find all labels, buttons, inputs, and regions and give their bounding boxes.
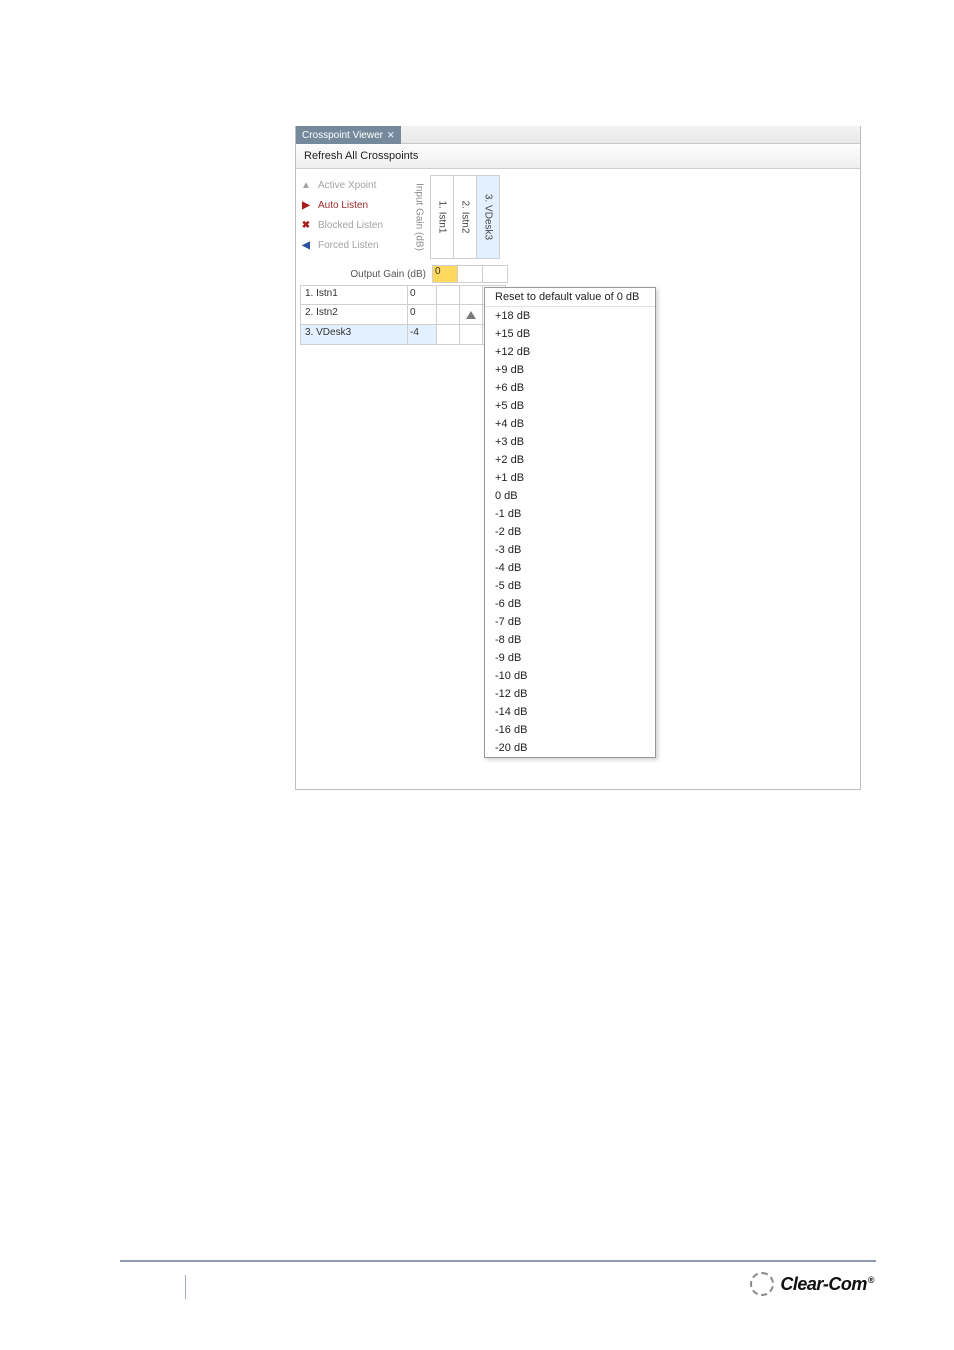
menu-item[interactable]: -4 dB — [485, 559, 655, 577]
input-gain-label: Input Gain (dB) — [414, 183, 425, 251]
menu-item[interactable]: -9 dB — [485, 649, 655, 667]
xpoint-cell[interactable] — [460, 285, 483, 305]
menu-item[interactable]: +15 dB — [485, 325, 655, 343]
col-1-label[interactable]: 1. Istn1 — [437, 201, 448, 234]
menu-item[interactable]: -10 dB — [485, 667, 655, 685]
menu-item[interactable]: -8 dB — [485, 631, 655, 649]
output-gain-label: Output Gain (dB) — [300, 269, 432, 280]
xpoint-cell[interactable] — [437, 285, 460, 305]
close-tab-icon[interactable]: ✕ — [387, 130, 395, 141]
legend-blocked: Blocked Listen — [318, 220, 383, 231]
page-number-divider — [185, 1275, 186, 1299]
logo-icon — [750, 1272, 774, 1296]
blocked-listen-icon: ✖ — [300, 220, 312, 231]
legend-forced: Forced Listen — [318, 240, 379, 251]
forced-listen-icon: ◀ — [300, 240, 312, 251]
menu-item[interactable]: -5 dB — [485, 577, 655, 595]
menu-item[interactable]: -2 dB — [485, 523, 655, 541]
refresh-all-button[interactable]: Refresh All Crosspoints — [304, 150, 418, 162]
table-row: 3. VDesk3 -4 — [300, 325, 506, 345]
footer-rule — [120, 1260, 876, 1262]
active-xpoint-icon — [466, 311, 476, 319]
menu-item[interactable]: +18 dB — [485, 307, 655, 325]
input-gain-col3[interactable] — [483, 266, 507, 282]
registered-icon: ® — [868, 1275, 874, 1285]
col-3-label[interactable]: 3. VDesk3 — [483, 194, 494, 240]
xpoint-cell[interactable] — [437, 325, 460, 345]
menu-item[interactable]: +1 dB — [485, 469, 655, 487]
input-gain-col1[interactable]: 0 — [433, 266, 458, 282]
row-2-label[interactable]: 2. Istn2 — [300, 305, 408, 325]
menu-item[interactable]: -14 dB — [485, 703, 655, 721]
table-row: 1. Istn1 0 — [300, 285, 506, 305]
xpoint-cell[interactable] — [460, 325, 483, 345]
row-1-gain[interactable]: 0 — [408, 285, 437, 305]
xpoint-cell[interactable] — [460, 305, 483, 325]
menu-item[interactable]: +3 dB — [485, 433, 655, 451]
menu-reset[interactable]: Reset to default value of 0 dB — [485, 288, 655, 307]
gain-context-menu: Reset to default value of 0 dB +18 dB +1… — [484, 287, 656, 758]
menu-item[interactable]: -20 dB — [485, 739, 655, 757]
auto-listen-icon: ▶ — [300, 200, 312, 211]
legend-auto: Auto Listen — [318, 200, 368, 211]
menu-item[interactable]: +6 dB — [485, 379, 655, 397]
menu-item[interactable]: -12 dB — [485, 685, 655, 703]
menu-item[interactable]: -6 dB — [485, 595, 655, 613]
row-1-label[interactable]: 1. Istn1 — [300, 285, 408, 305]
brand-name: Clear-Com — [780, 1274, 867, 1294]
menu-item[interactable]: -16 dB — [485, 721, 655, 739]
table-row: 2. Istn2 0 — [300, 305, 506, 325]
menu-item[interactable]: +5 dB — [485, 397, 655, 415]
row-3-gain[interactable]: -4 — [408, 325, 437, 345]
tabbar-empty — [401, 126, 860, 144]
active-xpoint-icon: ▲ — [300, 180, 312, 191]
tab-bar: Crosspoint Viewer ✕ — [296, 126, 860, 144]
menu-item[interactable]: 0 dB — [485, 487, 655, 505]
menu-item[interactable]: +2 dB — [485, 451, 655, 469]
menu-item[interactable]: -3 dB — [485, 541, 655, 559]
brand-logo: Clear-Com® — [750, 1272, 874, 1296]
tab-title: Crosspoint Viewer — [302, 130, 383, 141]
menu-item[interactable]: -1 dB — [485, 505, 655, 523]
legend: ▲ Active Xpoint ▶ Auto Listen ✖ Blocked Lis… — [300, 175, 406, 255]
crosspoint-viewer-window: Crosspoint Viewer ✕ Refresh All Crosspoi… — [295, 126, 861, 790]
menu-item[interactable]: -7 dB — [485, 613, 655, 631]
legend-active: Active Xpoint — [318, 180, 376, 191]
col-2-label[interactable]: 2. Istn2 — [460, 201, 471, 234]
menu-item[interactable]: +12 dB — [485, 343, 655, 361]
row-3-label[interactable]: 3. VDesk3 — [300, 325, 408, 345]
tab-crosspoint-viewer[interactable]: Crosspoint Viewer ✕ — [296, 126, 401, 144]
menu-item[interactable]: +4 dB — [485, 415, 655, 433]
input-gain-col2[interactable] — [458, 266, 483, 282]
toolbar: Refresh All Crosspoints — [296, 144, 860, 169]
xpoint-cell[interactable] — [437, 305, 460, 325]
menu-item[interactable]: +9 dB — [485, 361, 655, 379]
row-2-gain[interactable]: 0 — [408, 305, 437, 325]
